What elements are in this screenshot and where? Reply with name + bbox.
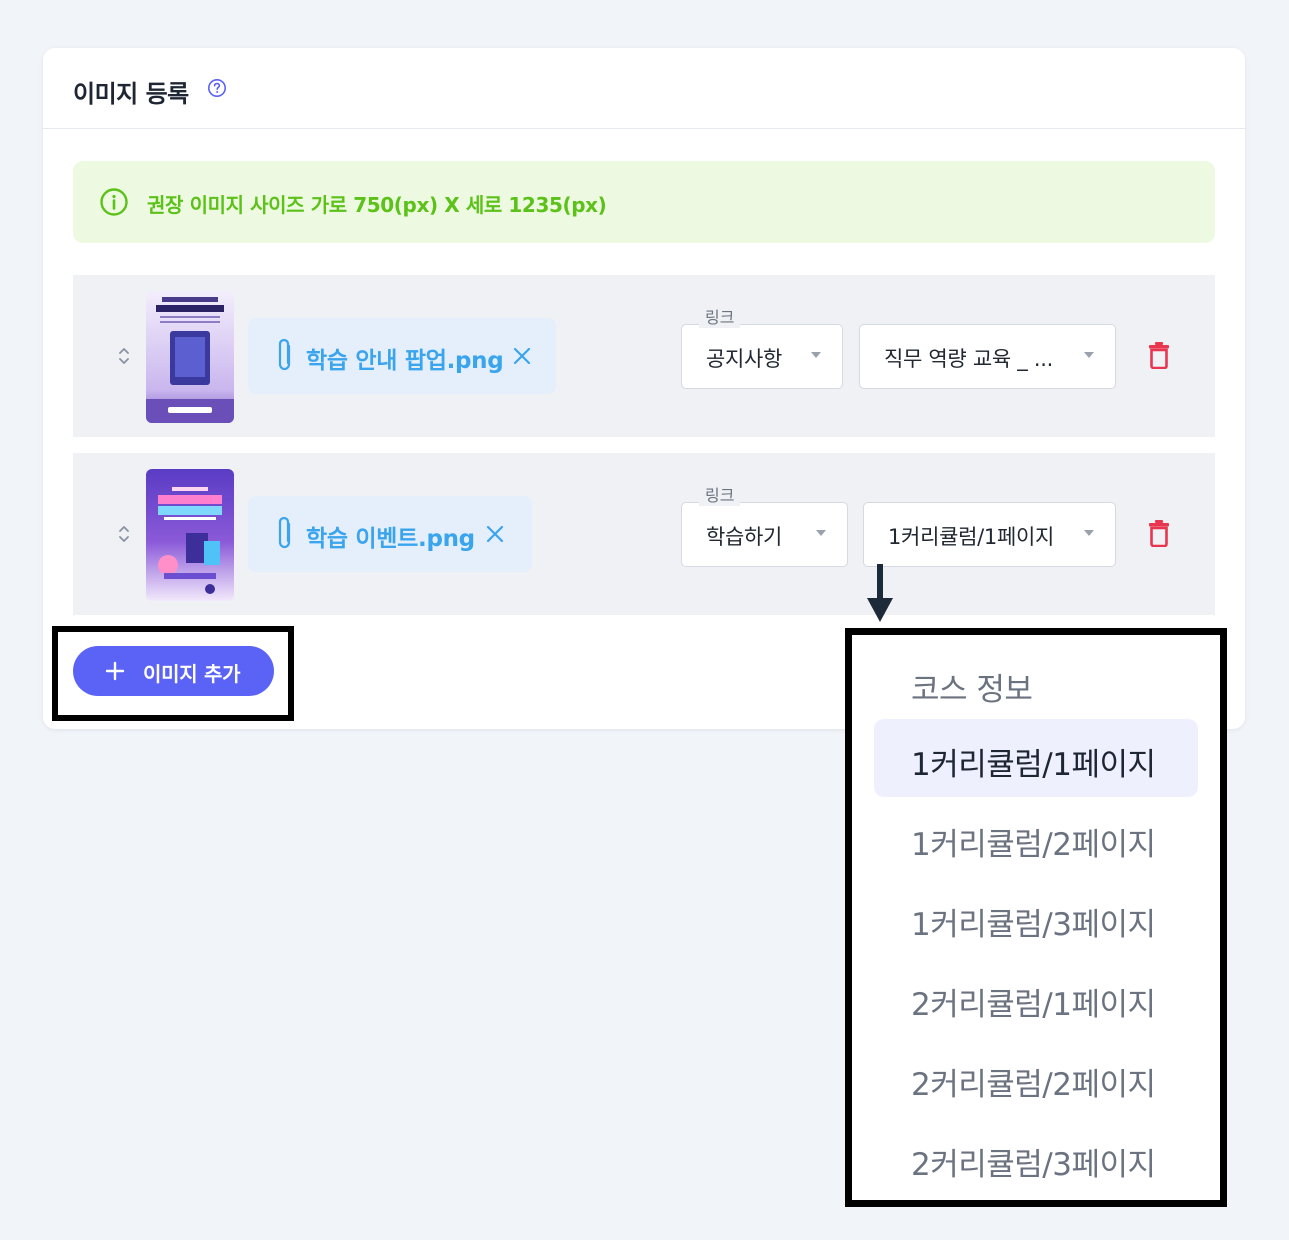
dropdown-option[interactable]: 1커리큘럼/3페이지 [874, 879, 1198, 957]
image-size-notice: 권장 이미지 사이즈 가로 750(px) X 세로 1235(px) [73, 161, 1215, 243]
image-row: 학습 안내 팝업.png 공지사항 링크 직무 역량 교육 _ ... [73, 275, 1215, 437]
link-target-dropdown: 코스 정보 1커리큘럼/1페이지 1커리큘럼/2페이지 1커리큘럼/3페이지 2… [845, 628, 1227, 1207]
drag-handle-icon[interactable] [117, 523, 131, 545]
link-label: 링크 [699, 486, 741, 506]
stage: 이미지 등록 권장 이미지 사이즈 가로 750(px) X 세로 1235(p… [0, 0, 1289, 1240]
link-target-value: 직무 역량 교육 _ ... [884, 347, 1053, 371]
dropdown-option[interactable]: 2커리큘럼/1페이지 [874, 959, 1198, 1037]
dropdown-option-label: 2커리큘럼/1페이지 [911, 987, 1156, 1023]
dropdown-option-label: 2커리큘럼/2페이지 [911, 1067, 1156, 1103]
notice-text: 권장 이미지 사이즈 가로 750(px) X 세로 1235(px) [147, 193, 607, 217]
link-target-value: 1커리큘럼/1페이지 [888, 525, 1055, 549]
drag-handle-icon[interactable] [117, 345, 131, 367]
section-title: 이미지 등록 [73, 80, 189, 108]
info-circle-icon [100, 188, 128, 216]
close-icon[interactable] [484, 523, 506, 545]
image-thumbnail [146, 469, 234, 601]
link-label: 링크 [699, 308, 741, 328]
card-header: 이미지 등록 [43, 48, 1245, 129]
dropdown-option-label: 1커리큘럼/3페이지 [911, 907, 1156, 943]
dropdown-option-label: 1커리큘럼/1페이지 [911, 747, 1156, 783]
link-type-value: 공지사항 [706, 347, 783, 371]
caret-down-icon [1084, 530, 1094, 536]
image-thumbnail [146, 291, 234, 423]
link-target-select[interactable]: 직무 역량 교육 _ ... [859, 324, 1116, 389]
trash-icon[interactable] [1148, 519, 1170, 547]
highlight-outline [52, 626, 294, 721]
dropdown-option[interactable]: 1커리큘럼/2페이지 [874, 799, 1198, 877]
dropdown-option-selected[interactable]: 1커리큘럼/1페이지 [874, 719, 1198, 797]
dropdown-option[interactable]: 코스 정보 [874, 644, 1198, 722]
file-chip: 학습 이벤트.png [248, 496, 532, 572]
file-name: 학습 이벤트.png [306, 526, 475, 552]
dropdown-option-label: 코스 정보 [911, 672, 1033, 708]
caret-down-icon [816, 530, 826, 536]
link-type-select[interactable]: 공지사항 [681, 324, 843, 389]
link-type-value: 학습하기 [706, 525, 783, 549]
link-target-select[interactable]: 1커리큘럼/1페이지 [863, 502, 1116, 567]
question-circle-icon[interactable] [207, 78, 227, 98]
dropdown-option-label: 1커리큘럼/2페이지 [911, 827, 1156, 863]
trash-icon[interactable] [1148, 341, 1170, 369]
caret-down-icon [811, 352, 821, 358]
arrow-down-icon [867, 564, 893, 622]
paperclip-icon [278, 338, 291, 371]
dropdown-option[interactable]: 2커리큘럼/2페이지 [874, 1039, 1198, 1117]
caret-down-icon [1084, 352, 1094, 358]
file-chip: 학습 안내 팝업.png [248, 318, 556, 394]
close-icon[interactable] [511, 345, 533, 367]
paperclip-icon [278, 516, 291, 549]
image-row: 학습 이벤트.png 학습하기 링크 1커리큘럼/1페이지 [73, 453, 1215, 615]
dropdown-option-label: 2커리큘럼/3페이지 [911, 1147, 1156, 1183]
link-type-select[interactable]: 학습하기 [681, 502, 848, 567]
file-name: 학습 안내 팝업.png [306, 348, 504, 374]
dropdown-option[interactable]: 2커리큘럼/3페이지 [874, 1119, 1198, 1197]
